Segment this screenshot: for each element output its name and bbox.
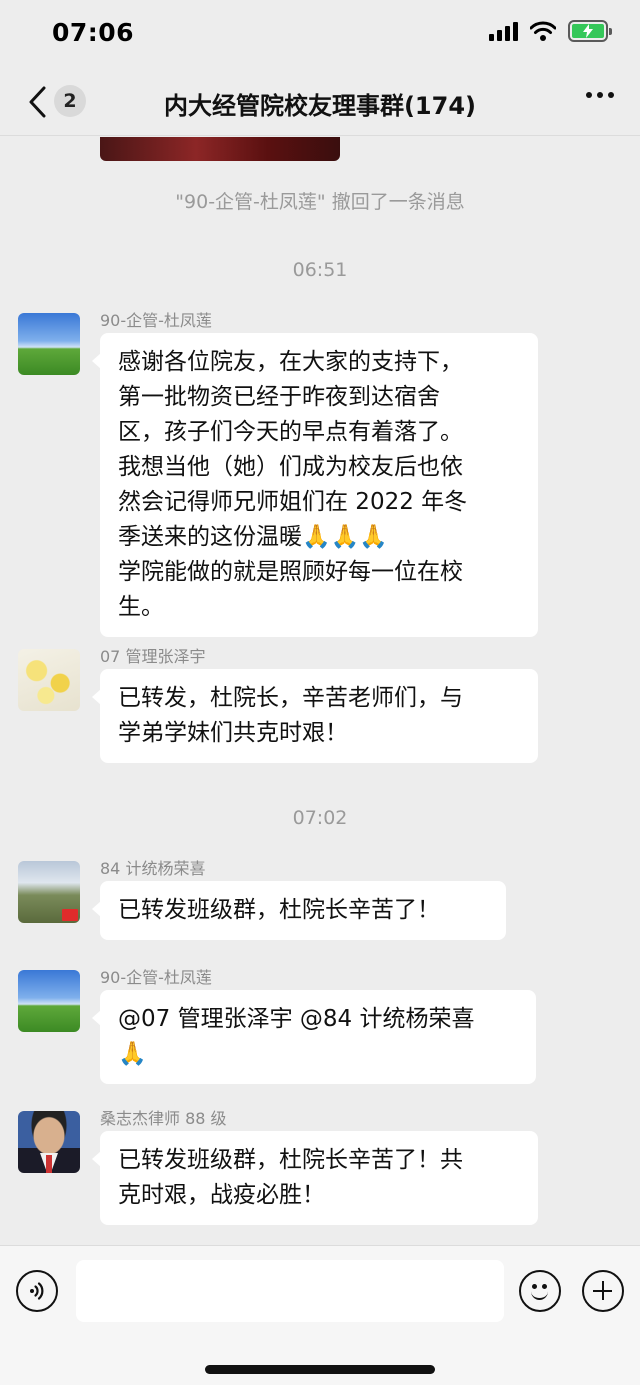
message-bubble[interactable]: @07 管理张泽宇 @84 计统杨荣喜 🙏 xyxy=(92,990,536,1084)
message-line: 区，孩子们今天的早点有着落了。 xyxy=(118,419,463,445)
message-line: 已转发班级群，杜院长辛苦了！共 xyxy=(118,1147,463,1173)
avatar[interactable] xyxy=(18,970,80,1032)
message-line: 我想当他（她）们成为校友后也依 xyxy=(118,454,463,480)
message-line: 生。 xyxy=(118,594,164,620)
message-bubble[interactable]: 已转发班级群，杜院长辛苦了！ xyxy=(92,881,506,940)
message-line: 感谢各位院友，在大家的支持下， xyxy=(118,349,463,375)
avatar[interactable] xyxy=(18,861,80,923)
sender-name: 84 计统杨荣喜 xyxy=(100,859,206,878)
chat-header: 2 内大经管院校友理事群(174) xyxy=(0,70,640,136)
emoji-icon[interactable] xyxy=(519,1270,561,1312)
avatar[interactable] xyxy=(18,313,80,375)
message-line: @07 管理张泽宇 @84 计统杨荣喜 xyxy=(118,1006,475,1032)
message-line: 已转发班级群，杜院长辛苦了！ xyxy=(118,897,440,923)
message-line: 🙏 xyxy=(118,1041,147,1067)
message-input[interactable] xyxy=(76,1260,504,1322)
home-indicator xyxy=(205,1365,435,1374)
message-line: 克时艰，战疫必胜！ xyxy=(118,1182,325,1208)
wifi-icon xyxy=(530,21,556,41)
status-time: 07:06 xyxy=(52,18,135,47)
message-line: 学弟学妹们共克时艰！ xyxy=(118,720,348,746)
timestamp: 07:02 xyxy=(292,807,348,829)
status-icons xyxy=(489,20,612,42)
message-line: 第一批物资已经于昨夜到达宿舍 xyxy=(118,384,440,410)
voice-icon[interactable] xyxy=(16,1270,58,1312)
message-line: 然会记得师兄师姐们在 2022 年冬 xyxy=(118,489,468,515)
more-icon[interactable] xyxy=(586,92,614,98)
battery-charging-icon xyxy=(568,20,612,42)
timestamp: 06:51 xyxy=(292,259,348,281)
sender-name: 90-企管-杜凤莲 xyxy=(100,968,212,987)
sender-name: 桑志杰律师 88 级 xyxy=(100,1109,227,1128)
message-bubble[interactable]: 已转发，杜院长，辛苦老师们，与 学弟学妹们共克时艰！ xyxy=(92,669,538,763)
message-line: 季送来的这份温暖🙏🙏🙏 xyxy=(118,524,388,550)
sender-name: 90-企管-杜凤莲 xyxy=(100,311,212,330)
sender-name: 07 管理张泽宇 xyxy=(100,647,206,666)
flag-icon xyxy=(62,909,78,921)
signal-icon xyxy=(489,21,518,41)
avatar[interactable] xyxy=(18,1111,80,1173)
chat-title: 内大经管院校友理事群(174) xyxy=(163,92,477,120)
message-line: 已转发，杜院长，辛苦老师们，与 xyxy=(118,685,463,711)
plus-icon[interactable] xyxy=(582,1270,624,1312)
image-message-partial[interactable] xyxy=(100,137,340,161)
input-bar xyxy=(0,1245,640,1385)
message-line: 学院能做的就是照顾好每一位在校 xyxy=(118,559,463,585)
message-bubble[interactable]: 感谢各位院友，在大家的支持下， 第一批物资已经于昨夜到达宿舍 区，孩子们今天的早… xyxy=(92,333,538,637)
status-bar: 07:06 xyxy=(0,0,640,70)
chat-messages[interactable]: "90-企管-杜凤莲" 撤回了一条消息 06:51 90-企管-杜凤莲 感谢各位… xyxy=(0,137,640,1245)
avatar[interactable] xyxy=(18,649,80,711)
message-bubble[interactable]: 已转发班级群，杜院长辛苦了！共 克时艰，战疫必胜！ xyxy=(92,1131,538,1225)
recall-notice: "90-企管-杜凤莲" 撤回了一条消息 xyxy=(175,191,465,213)
